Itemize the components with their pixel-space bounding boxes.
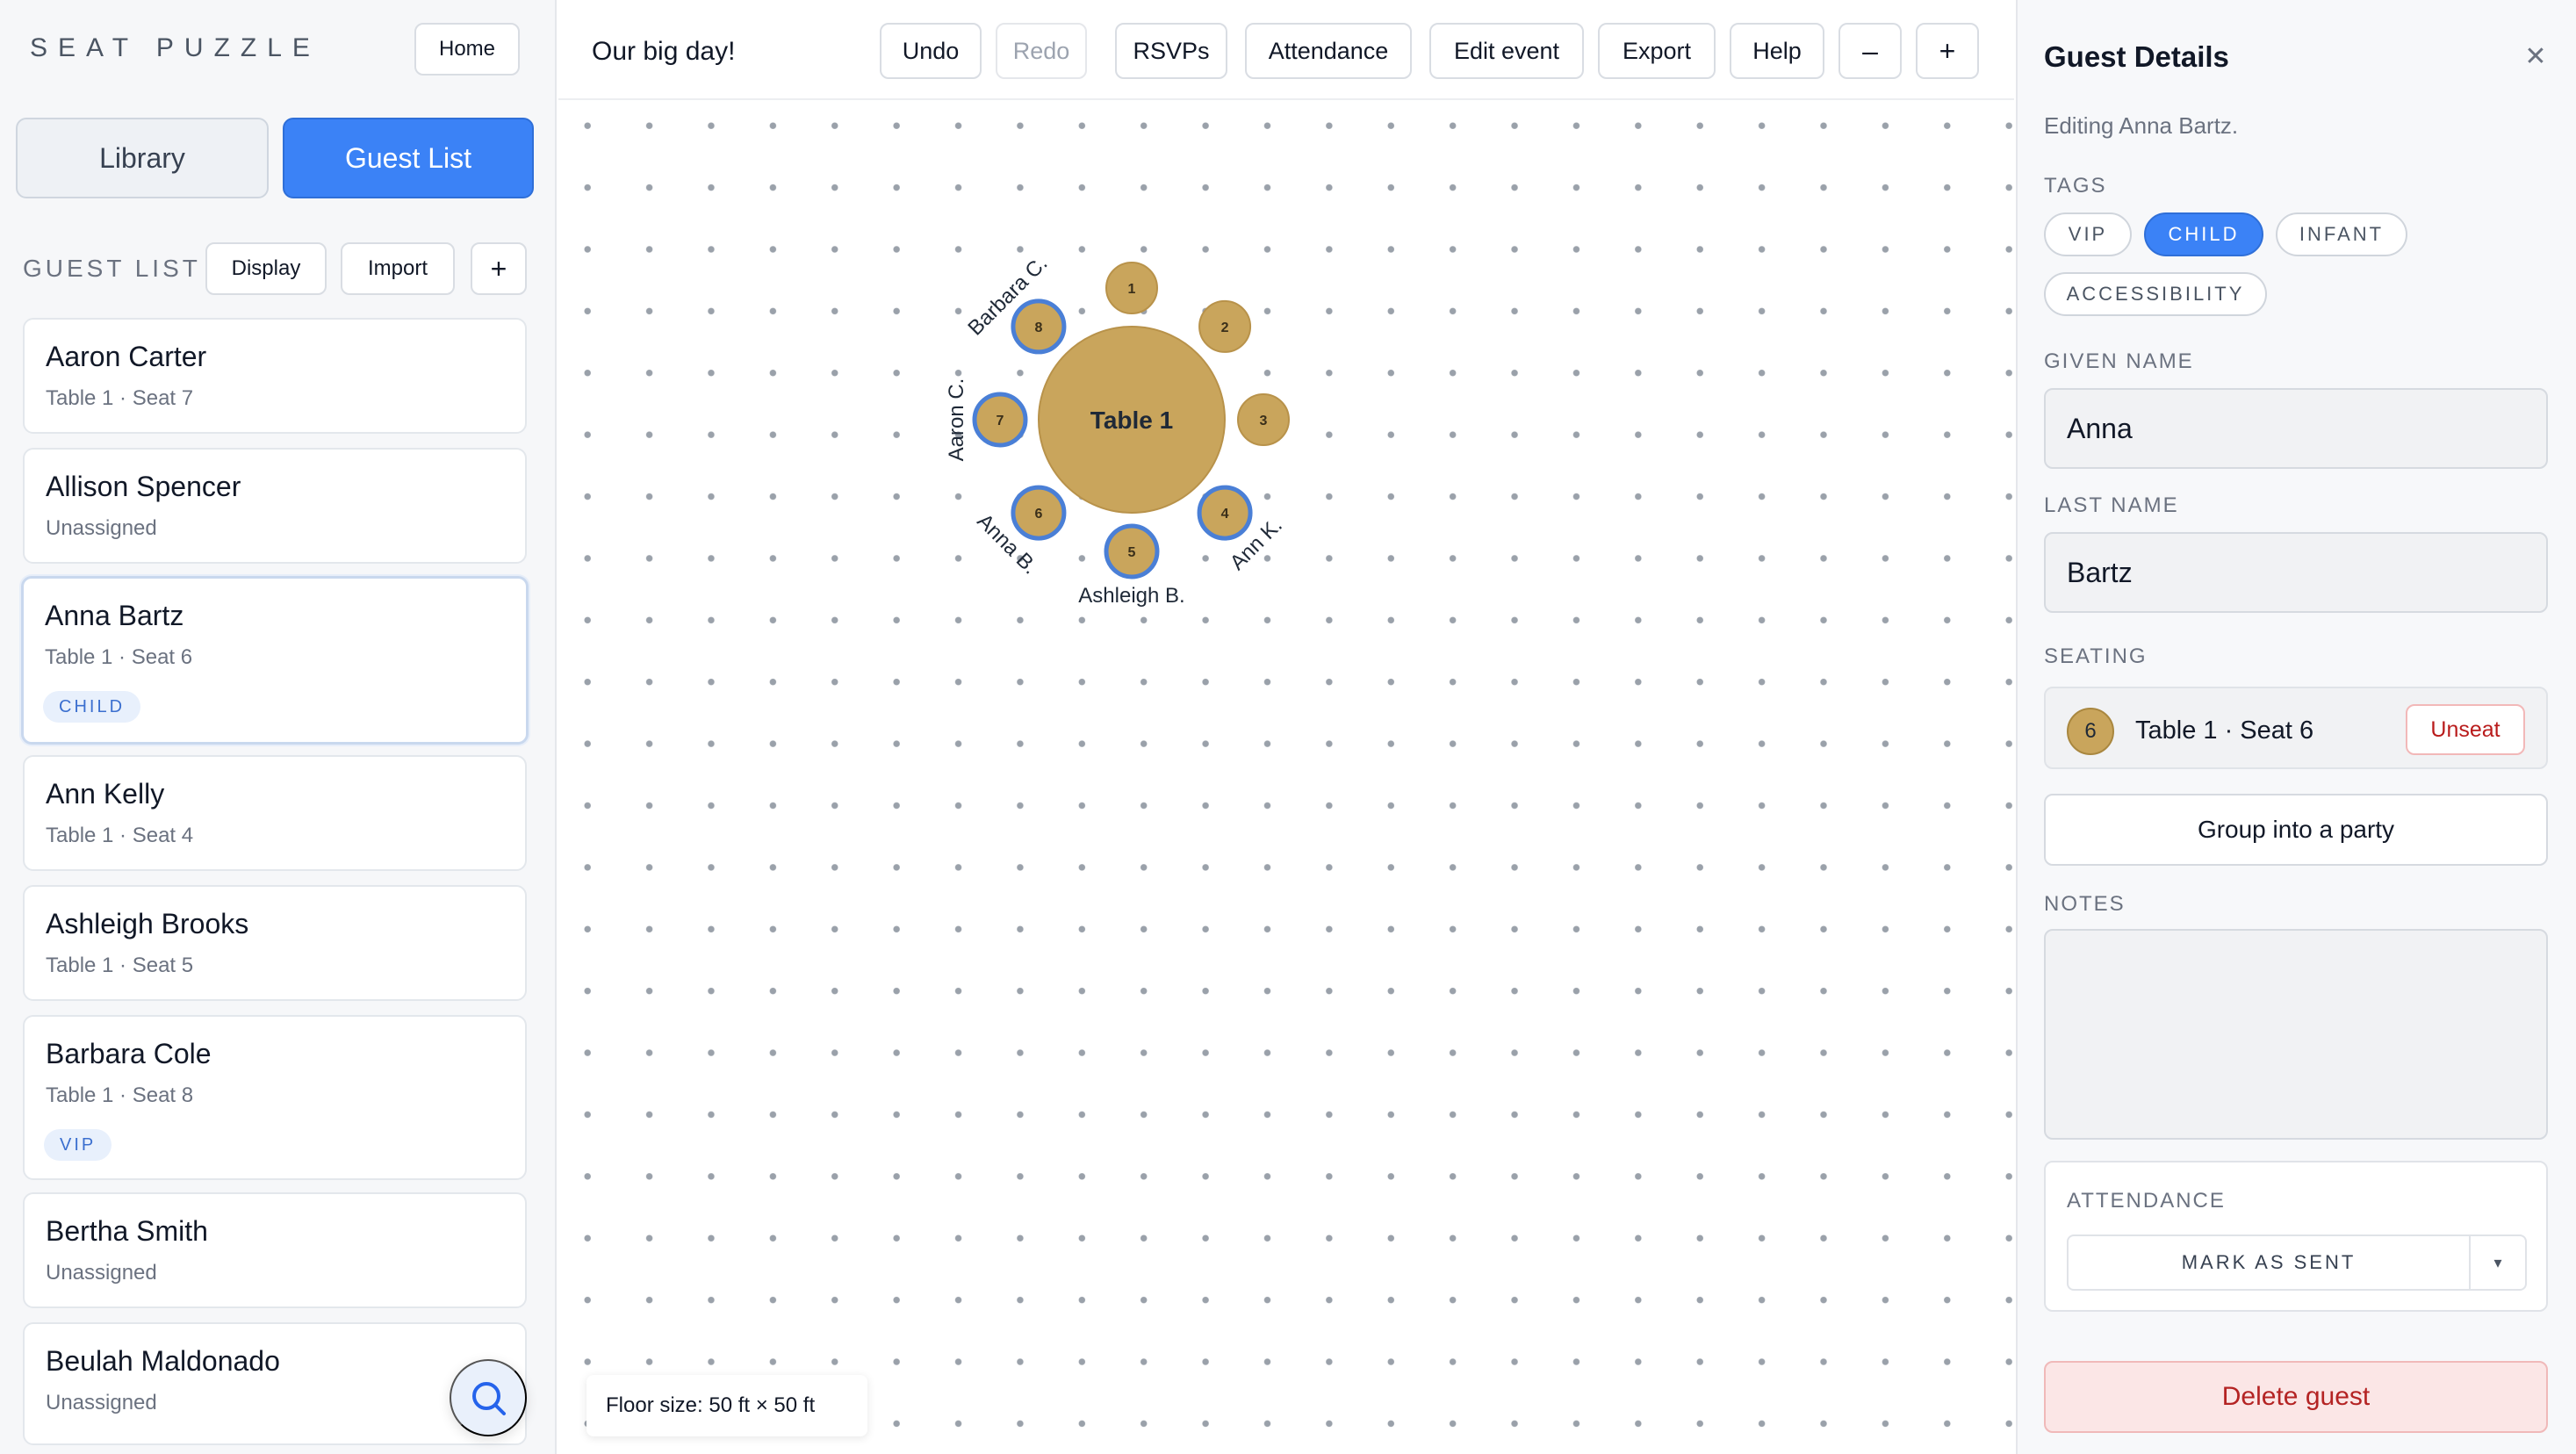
seat-number: 7 xyxy=(997,414,1004,428)
seat-number: 6 xyxy=(1034,507,1042,522)
guest-details-panel: Guest Details ✕ Editing Anna Bartz. TAGS… xyxy=(2016,0,2576,1454)
tab-guest-list[interactable]: Guest List xyxy=(283,118,534,198)
floor-size-label: Floor size: 50 ft × 50 ft xyxy=(586,1375,867,1436)
delete-guest-button[interactable]: Delete guest xyxy=(2044,1361,2548,1433)
guest-name: Ashleigh Brooks xyxy=(46,908,249,939)
panel-title: Guest Details xyxy=(2044,40,2229,73)
seat-guest-label: Ashleigh B. xyxy=(1078,584,1184,608)
guest-seat: Unassigned xyxy=(46,1391,157,1414)
mark-as-sent-button[interactable]: MARK AS SENT xyxy=(2067,1234,2471,1291)
guest-name: Anna Bartz xyxy=(45,600,184,631)
guest-name: Barbara Cole xyxy=(46,1038,212,1069)
close-icon[interactable]: ✕ xyxy=(2518,39,2553,74)
guest-card-ann-kelly[interactable]: Ann Kelly Table 1 · Seat 4 xyxy=(23,755,527,871)
guest-seat: Table 1 · Seat 6 xyxy=(45,645,193,669)
guest-card-allison-spencer[interactable]: Allison Spencer Unassigned xyxy=(23,448,527,564)
table-name: Table 1 xyxy=(1090,407,1173,434)
last-name-field[interactable] xyxy=(2044,532,2548,613)
tag-vip[interactable]: VIP xyxy=(2044,212,2132,256)
tab-library[interactable]: Library xyxy=(16,118,269,198)
display-button[interactable]: Display xyxy=(205,242,327,295)
guest-card-ashleigh-brooks[interactable]: Ashleigh Brooks Table 1 · Seat 5 xyxy=(23,885,527,1001)
attendance-label: ATTENDANCE xyxy=(2067,1189,2226,1213)
group-into-party-button[interactable]: Group into a party xyxy=(2044,794,2548,866)
guest-seat: Unassigned xyxy=(46,1261,157,1285)
seating-layer: Table 11234Ann K.5Ashleigh B.6Anna B.7Aa… xyxy=(945,251,1290,608)
tag-accessibility[interactable]: ACCESSIBILITY xyxy=(2044,272,2267,316)
guest-name: Beulah Maldonado xyxy=(46,1345,280,1377)
tag-child[interactable]: CHILD xyxy=(2144,212,2263,256)
given-name-field[interactable] xyxy=(2044,388,2548,469)
last-name-label: LAST NAME xyxy=(2044,493,2179,517)
seat-number: 4 xyxy=(1221,507,1229,522)
seat-number: 3 xyxy=(1260,414,1268,428)
guest-seat: Table 1 · Seat 4 xyxy=(46,824,194,847)
guest-name: Aaron Carter xyxy=(46,341,207,372)
notes-label: NOTES xyxy=(2044,892,2126,916)
seat-assignment-text: Table 1 · Seat 6 xyxy=(2135,716,2314,745)
guest-list-heading: GUEST LIST xyxy=(23,255,201,282)
unseat-button[interactable]: Unseat xyxy=(2406,704,2525,755)
guest-seat: Table 1 · Seat 7 xyxy=(46,386,194,410)
guest-card-anna-bartz[interactable]: Anna Bartz Table 1 · Seat 6 CHILD xyxy=(21,576,529,745)
import-button[interactable]: Import xyxy=(341,242,455,295)
vip-badge: VIP xyxy=(44,1129,112,1161)
chevron-down-icon[interactable]: ▾ xyxy=(2469,1234,2527,1291)
tag-infant[interactable]: INFANT xyxy=(2276,212,2407,256)
seat-number: 1 xyxy=(1128,282,1136,297)
notes-field[interactable] xyxy=(2044,929,2548,1140)
add-guest-button[interactable]: + xyxy=(471,242,527,295)
seating-label: SEATING xyxy=(2044,644,2148,668)
guest-card-aaron-carter[interactable]: Aaron Carter Table 1 · Seat 7 xyxy=(23,318,527,434)
seating-assignment: 6 Table 1 · Seat 6 Unseat xyxy=(2044,687,2548,769)
sidebar: SEAT PUZZLE Home Library Guest List GUES… xyxy=(0,0,557,1454)
guest-name: Bertha Smith xyxy=(46,1215,208,1247)
app-logo: SEAT PUZZLE xyxy=(30,33,320,62)
guest-seat: Table 1 · Seat 5 xyxy=(46,954,194,977)
seat-number: 5 xyxy=(1128,545,1136,560)
search-button[interactable] xyxy=(450,1359,527,1436)
seat-number-chip: 6 xyxy=(2067,708,2114,755)
guest-card-barbara-cole[interactable]: Barbara Cole Table 1 · Seat 8 VIP xyxy=(23,1015,527,1180)
child-badge: CHILD xyxy=(43,691,141,723)
given-name-label: GIVEN NAME xyxy=(2044,349,2194,373)
guest-seat: Table 1 · Seat 8 xyxy=(46,1083,194,1107)
guest-card-bertha-smith[interactable]: Bertha Smith Unassigned xyxy=(23,1192,527,1308)
seat-guest-label: Aaron C. xyxy=(945,378,968,462)
search-icon xyxy=(472,1382,506,1415)
attendance-section: ATTENDANCE MARK AS SENT ▾ xyxy=(2044,1161,2548,1312)
editing-subtitle: Editing Anna Bartz. xyxy=(2044,112,2239,139)
tags-label: TAGS xyxy=(2044,174,2107,198)
guest-seat: Unassigned xyxy=(46,516,157,540)
guest-name: Ann Kelly xyxy=(46,778,165,810)
seat-number: 8 xyxy=(1034,320,1042,335)
home-button[interactable]: Home xyxy=(414,23,520,76)
floor-plan-canvas[interactable]: Our big day! Undo Redo RSVPs Attendance … xyxy=(558,0,2014,1454)
seat-number: 2 xyxy=(1221,320,1229,335)
guest-name: Allison Spencer xyxy=(46,471,241,502)
